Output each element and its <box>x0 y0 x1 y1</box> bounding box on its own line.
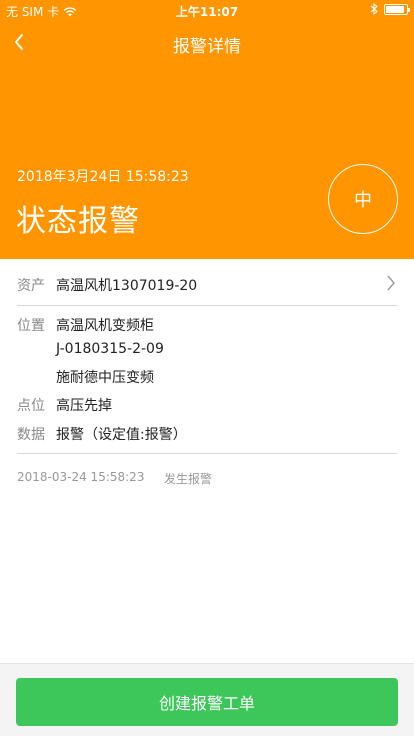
battery-fill <box>386 5 404 13</box>
status-right <box>370 3 410 15</box>
alarm-header: 无 SIM 卡 上午11:07 报警详情 2018年3月24日 15:58:23… <box>0 0 414 259</box>
location-label: 位置 <box>17 318 45 334</box>
create-work-order-button[interactable]: 创建报警工单 <box>16 678 398 726</box>
bluetooth-icon <box>370 3 378 15</box>
log-time: 2018-03-24 15:58:23 <box>17 470 145 484</box>
asset-row[interactable]: 资产 高温风机1307019-20 <box>0 259 414 306</box>
alarm-level-badge: 中 <box>328 164 398 234</box>
asset-value: 高温风机1307019-20 <box>56 278 198 294</box>
alarm-time: 2018年3月24日 15:58:23 <box>17 169 189 185</box>
asset-label: 资产 <box>17 278 45 294</box>
point-value: 高压先掉 <box>56 398 112 414</box>
status-bar: 无 SIM 卡 上午11:07 <box>0 0 414 20</box>
location-line-2: J-0180315-2-09 <box>56 341 164 357</box>
status-time: 上午11:07 <box>175 5 239 19</box>
battery-icon <box>384 3 410 15</box>
chevron-right-icon <box>387 275 395 291</box>
data-label: 数据 <box>17 427 45 443</box>
point-label: 点位 <box>17 398 45 414</box>
nav-bar: 报警详情 <box>0 20 414 64</box>
data-value: 报警（设定值:报警） <box>56 427 187 443</box>
location-line-3: 施耐德中压变频 <box>56 370 154 386</box>
log-event: 发生报警 <box>164 472 213 486</box>
divider <box>17 453 397 454</box>
alarm-title: 状态报警 <box>16 204 140 239</box>
location-line-1: 高温风机变频柜 <box>56 318 154 334</box>
page-title: 报警详情 <box>173 37 241 57</box>
divider <box>17 305 397 306</box>
footer-bar: 创建报警工单 <box>0 663 414 736</box>
